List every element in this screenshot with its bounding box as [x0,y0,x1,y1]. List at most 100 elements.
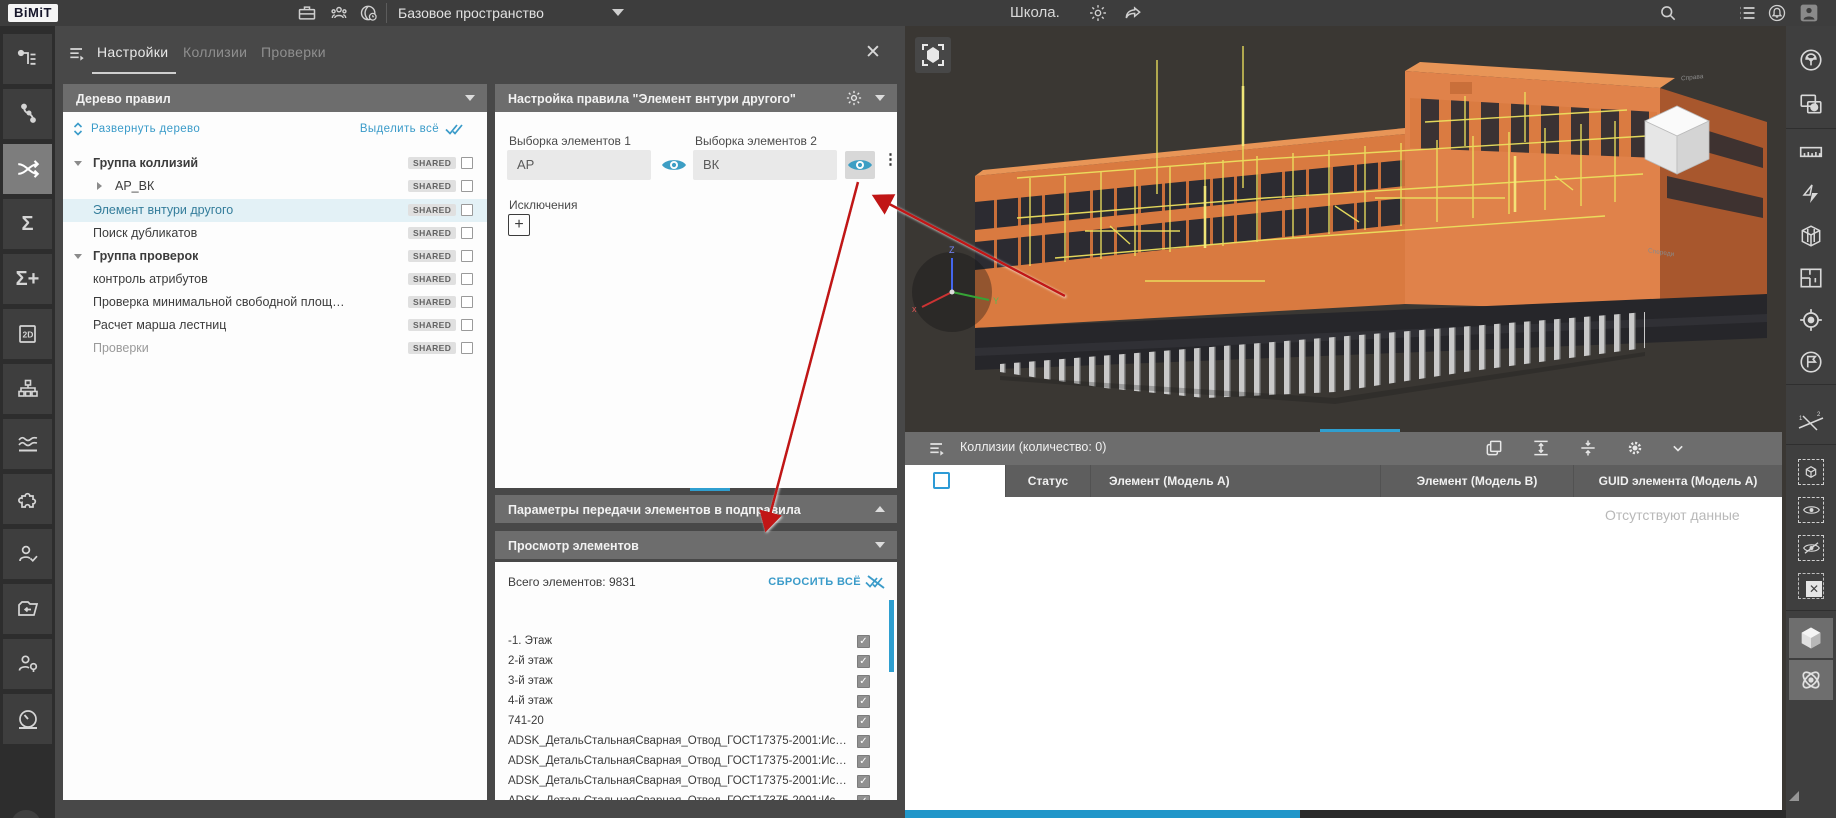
show-eye-icon[interactable] [1789,490,1833,530]
sidebar-item-branch[interactable] [3,89,52,139]
tree-row-checkbox[interactable] [461,180,473,192]
clear-selection-icon[interactable]: ✕ [1789,566,1833,606]
expand-rows-icon[interactable] [1530,438,1552,458]
tree-row[interactable]: Группа коллизий SHARED [63,152,487,175]
solid-cube-icon[interactable] [1789,618,1833,658]
tab-collisions[interactable]: Коллизии [183,44,247,60]
element-row[interactable]: 2-й этаж ✓ [495,652,897,672]
collapse-rows-icon[interactable] [1577,438,1599,458]
copy-icon[interactable] [1483,438,1505,458]
selection2-field[interactable]: ВК [693,150,837,180]
dimension-icon[interactable]: 12 [1789,402,1833,442]
focus-center-icon[interactable] [915,37,951,73]
element-checkbox-checked[interactable]: ✓ [857,795,870,800]
locate-target-icon[interactable] [1789,300,1833,340]
visibility-eye-icon[interactable] [661,154,687,176]
element-row[interactable]: 3-й этаж ✓ [495,672,897,692]
add-exclusion-button[interactable]: + [508,214,530,236]
element-row[interactable]: 4-й этаж ✓ [495,692,897,712]
tree-row[interactable]: Поиск дубликатов SHARED [63,222,487,245]
column-header-element-b[interactable]: Элемент (Модель B) [1380,465,1573,497]
element-checkbox-checked[interactable]: ✓ [857,635,870,648]
tree-row-checkbox[interactable] [461,296,473,308]
nature-tree-icon[interactable] [1789,40,1833,80]
elements-view-header[interactable]: Просмотр элементов [495,531,897,559]
tree-row[interactable]: Группа проверок SHARED [63,245,487,268]
chevron-down-icon[interactable] [74,254,82,259]
element-row[interactable]: ADSK_ДетальСтальнаяСварная_Отвод_ГОСТ173… [495,772,897,792]
tree-row[interactable]: Расчет марша лестниц SHARED [63,314,487,337]
sidebar-item-person-check[interactable] [3,529,52,579]
tree-row-checkbox[interactable] [461,273,473,285]
element-checkbox-checked[interactable]: ✓ [857,755,870,768]
team-icon[interactable] [328,3,350,23]
tab-checks[interactable]: Проверки [261,44,326,60]
sidebar-item-rules-tree[interactable] [3,34,52,84]
hide-eye-icon[interactable] [1789,528,1833,568]
isolate-cube-icon[interactable] [1789,452,1833,492]
tree-row-checkbox[interactable] [461,227,473,239]
element-checkbox-checked[interactable]: ✓ [857,655,870,668]
element-row[interactable]: ADSK_ДетальСтальнаяСварная_Отвод_ГОСТ173… [495,752,897,772]
visibility-eye-toggle-active[interactable] [845,151,875,179]
element-checkbox-checked[interactable]: ✓ [857,735,870,748]
element-row[interactable]: -1. Этаж ✓ [495,632,897,652]
section-cube-icon[interactable] [1789,216,1833,256]
select-all-link[interactable]: Выделить всё [360,123,439,135]
element-checkbox-checked[interactable]: ✓ [857,695,870,708]
reset-check-icon[interactable] [865,574,887,590]
chevron-down-icon[interactable] [875,95,885,101]
reset-all-link[interactable]: СБРОСИТЬ ВСЁ [768,576,861,588]
sidebar-item-2d[interactable]: 2D [3,309,52,359]
column-header-element-a[interactable]: Элемент (Модель A) [1090,465,1380,497]
share-icon[interactable] [1122,3,1144,23]
app-logo[interactable]: BiMiT [8,4,58,22]
element-checkbox-checked[interactable]: ✓ [857,675,870,688]
sidebar-item-sigma-plus[interactable]: Σ+ [3,254,52,304]
briefcase-icon[interactable] [296,3,318,23]
element-row[interactable]: ADSK_ДетальСтальнаяСварная_Отвод_ГОСТ173… [495,732,897,752]
sidebar-item-sigma[interactable]: Σ [3,199,52,249]
flag-icon[interactable] [1789,342,1833,382]
floor-plan-icon[interactable] [1789,258,1833,298]
chevron-down-icon[interactable] [1667,438,1689,458]
selection1-field[interactable]: АР [507,150,651,180]
sidebar-item-org-chart[interactable] [3,364,52,414]
tree-row-checkbox[interactable] [461,157,473,169]
tree-row-checkbox[interactable] [461,342,473,354]
resize-grip-icon[interactable] [1788,790,1800,802]
tree-row[interactable]: контроль атрибутов SHARED [63,268,487,291]
sidebar-item-folder-import[interactable] [3,584,52,634]
orbit-icon[interactable] [1789,660,1833,700]
double-check-icon[interactable] [445,122,465,136]
search-icon[interactable] [1657,3,1679,23]
globe-clock-icon[interactable] [358,3,380,23]
column-header-guid-a[interactable]: GUID элемента (Модель A) [1573,465,1782,497]
workspace-selector[interactable]: Базовое пространство [398,5,544,21]
transfer-params-header[interactable]: Параметры передачи элементов в подправил… [495,495,897,523]
user-icon[interactable] [1798,3,1820,23]
sidebar-item-gauge[interactable] [3,694,52,744]
workspace-caret-icon[interactable] [612,9,624,16]
select-all-checkbox[interactable] [933,472,950,489]
chevron-right-icon[interactable] [97,182,102,190]
collapse-panel-icon[interactable] [927,439,947,459]
tree-row-checkbox[interactable] [461,204,473,216]
tab-settings[interactable]: Настройки [97,44,168,60]
rule-config-header[interactable]: Настройка правила "Элемент внтури другог… [495,84,897,112]
gear-icon[interactable] [845,89,863,107]
sidebar-item-waves-chart[interactable] [3,419,52,469]
tree-row-selected[interactable]: Элемент внтури другого SHARED [63,199,487,222]
tree-row[interactable]: АР_ВК SHARED [63,175,487,198]
close-icon[interactable]: ✕ [861,41,885,65]
chevron-down-icon[interactable] [74,161,82,166]
element-row[interactable]: ADSK_ДетальСтальнаяСварная_Отвод_ГОСТ173… [495,792,897,800]
list-icon[interactable] [1736,3,1758,23]
more-options-icon[interactable]: ⋮ [883,152,898,167]
tree-row[interactable]: Проверки SHARED [63,337,487,360]
column-header-status[interactable]: Статус [1005,465,1090,497]
tree-row[interactable]: Проверка минимальной свободной площади с… [63,291,487,314]
ruler-icon[interactable] [1789,132,1833,172]
element-checkbox-checked[interactable]: ✓ [857,775,870,788]
sidebar-item-collisions[interactable] [3,144,52,194]
